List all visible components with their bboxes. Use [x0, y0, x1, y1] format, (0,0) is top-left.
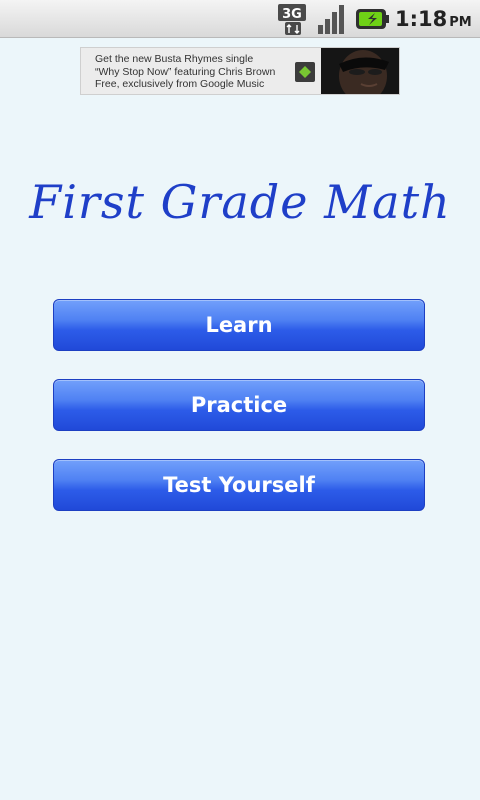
test-yourself-button[interactable]: Test Yourself — [53, 459, 425, 511]
ad-line-3: Free, exclusively from Google Music — [95, 78, 265, 90]
app-title: First Grade Math — [29, 175, 451, 229]
ad-text: Get the new Busta Rhymes single “Why Sto… — [95, 53, 305, 91]
ad-banner[interactable]: Get the new Busta Rhymes single “Why Sto… — [80, 47, 400, 95]
clock: 1:18 PM — [395, 7, 472, 31]
ad-line-1: Get the new Busta Rhymes single — [95, 53, 254, 65]
signal-icon — [318, 5, 344, 34]
ad-line-2: “Why Stop Now” featuring Chris Brown — [95, 65, 276, 78]
battery-icon — [356, 9, 389, 29]
status-bar: 3G 1:18 PM — [0, 0, 480, 38]
clock-ampm: PM — [449, 15, 472, 30]
practice-button[interactable]: Practice — [53, 379, 425, 431]
clock-time: 1:18 — [395, 7, 448, 31]
network-type-label: 3G — [282, 7, 302, 22]
artist-photo — [321, 48, 399, 94]
play-store-icon — [295, 62, 315, 82]
network-3g-icon: 3G — [278, 4, 306, 35]
learn-button[interactable]: Learn — [53, 299, 425, 351]
